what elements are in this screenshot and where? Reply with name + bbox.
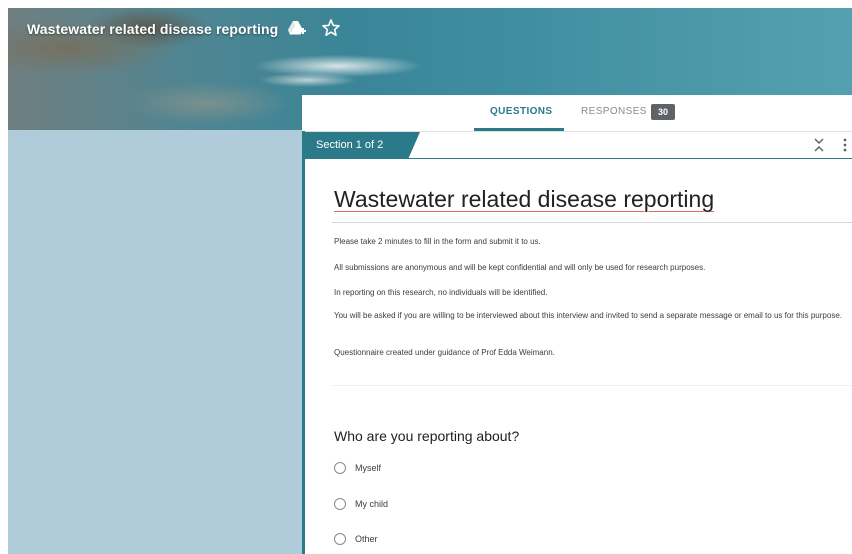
radio-button[interactable] [334,498,346,510]
option-label: Myself [355,463,382,473]
form-description-line[interactable]: In reporting on this research, no indivi… [334,287,844,298]
section-divider [302,158,852,159]
radio-button[interactable] [334,533,346,545]
option-label: My child [355,499,389,509]
responses-count-badge[interactable]: 30 [651,104,675,120]
background-panel [8,130,302,554]
form-name[interactable]: Wastewater related disease reporting [27,21,278,37]
form-description-line[interactable]: You will be asked if you are willing to … [334,310,844,321]
form-description-line[interactable]: Questionnaire created under guidance of … [334,347,844,358]
option-label: Other [355,534,378,544]
form-description-line[interactable]: All submissions are anonymous and will b… [334,262,844,273]
section-label: Section 1 of 2 [302,132,420,159]
active-tab-indicator [474,128,564,131]
tab-responses[interactable]: RESPONSES [581,106,647,117]
form-editor: QUESTIONS RESPONSES 30 Section 1 of 2 Wa… [302,95,852,554]
collapse-section-icon[interactable] [812,137,826,153]
description-divider [332,385,852,386]
form-title[interactable]: Wastewater related disease reporting [334,186,714,213]
drive-add-icon[interactable] [286,18,306,38]
radio-button[interactable] [334,462,346,474]
tab-questions[interactable]: QUESTIONS [490,106,553,117]
more-options-icon[interactable] [842,137,848,153]
question-title[interactable]: Who are you reporting about? [334,428,519,444]
section-accent-border [302,131,305,554]
form-description-line[interactable]: Please take 2 minutes to fill in the for… [334,236,844,247]
title-divider [332,222,852,223]
star-outline-icon[interactable] [321,18,341,38]
tab-bar: QUESTIONS RESPONSES 30 [302,95,852,132]
